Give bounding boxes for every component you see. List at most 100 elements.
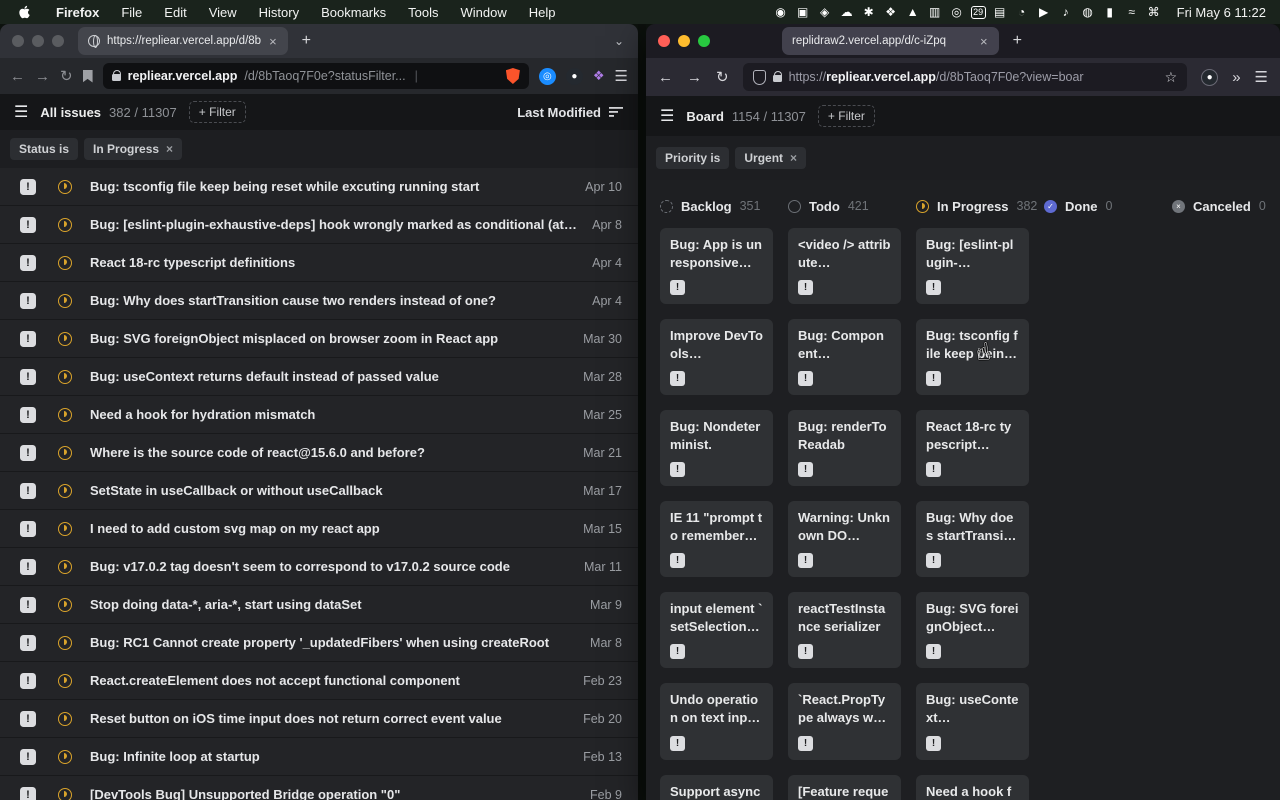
filter-chip[interactable]: Urgent × (735, 147, 806, 169)
add-filter-button[interactable]: + Filter (189, 101, 246, 123)
issue-row[interactable]: ! Where is the source code of react@15.6… (0, 434, 638, 472)
siri-icon[interactable]: ◍ (1077, 5, 1099, 19)
battery-icon[interactable]: ▮ (1099, 5, 1121, 19)
issue-row[interactable]: ! Need a hook for hydration mismatch Mar… (0, 396, 638, 434)
urgent-priority-icon[interactable]: ! (20, 673, 36, 689)
filter-chip[interactable]: Priority is (656, 147, 729, 169)
urgent-priority-icon[interactable]: ! (20, 445, 36, 461)
issue-row[interactable]: ! I need to add custom svg map on my rea… (0, 510, 638, 548)
filter-chip[interactable]: In Progress × (84, 138, 182, 160)
issue-card[interactable]: Bug: [eslint-plugin-… ! (916, 228, 1029, 304)
filter-chip[interactable]: Status is (10, 138, 78, 160)
urgent-priority-icon[interactable]: ! (20, 179, 36, 195)
urgent-priority-icon[interactable]: ! (20, 483, 36, 499)
forward-button[interactable]: → (35, 68, 50, 85)
shortcuts-icon[interactable]: ◔ (1011, 5, 1033, 19)
issue-row[interactable]: ! Bug: Why does startTransition cause tw… (0, 282, 638, 320)
issue-row[interactable]: ! Bug: [eslint-plugin-exhaustive-deps] h… (0, 206, 638, 244)
in-progress-status-icon[interactable] (58, 750, 72, 764)
issue-row[interactable]: ! SetState in useCallback or without use… (0, 472, 638, 510)
bookmark-icon[interactable] (83, 70, 93, 83)
reload-button[interactable]: ↻ (60, 67, 73, 85)
issue-card[interactable]: Bug: useContext… ! (916, 683, 1029, 759)
volume-icon[interactable]: ♪ (1055, 5, 1077, 19)
issue-row[interactable]: ! Bug: v17.0.2 tag doesn't seem to corre… (0, 548, 638, 586)
left-traffic-lights[interactable] (0, 35, 78, 47)
urgent-priority-icon[interactable]: ! (20, 749, 36, 765)
urgent-priority-icon[interactable]: ! (20, 369, 36, 385)
in-progress-status-icon[interactable] (58, 446, 72, 460)
issue-card[interactable]: Undo operation on text input… ! (660, 683, 773, 759)
urgent-priority-icon[interactable]: ! (20, 711, 36, 727)
issue-card[interactable]: [Feature request] expo… ! (788, 775, 901, 800)
homebrew-icon[interactable]: ✱ (858, 5, 880, 19)
in-progress-status-icon[interactable] (58, 560, 72, 574)
calendar-icon[interactable]: 29 (971, 6, 986, 19)
menu-item-history[interactable]: History (248, 5, 310, 20)
issue-row[interactable]: ! React.createElement does not accept fu… (0, 662, 638, 700)
new-tab-button[interactable]: + (302, 32, 311, 50)
issue-card[interactable]: `React.PropType always warns ab ! (788, 683, 901, 759)
menu-item-window[interactable]: Window (450, 5, 518, 20)
menu-item-file[interactable]: File (110, 5, 153, 20)
menu-item-view[interactable]: View (198, 5, 248, 20)
issue-card[interactable]: Improve DevTools… ! (660, 319, 773, 395)
in-progress-status-icon[interactable] (58, 598, 72, 612)
tab-close-icon[interactable]: × (268, 34, 278, 49)
browser-menu-icon[interactable]: ☰ (1255, 68, 1268, 86)
address-bar[interactable]: repliear.vercel.app /d/8bTaoq7F0e?status… (103, 63, 529, 89)
rectangle-icon[interactable]: ▥ (924, 5, 946, 19)
issue-card[interactable]: Warning: Unknown DO… ! (788, 501, 901, 577)
issue-card[interactable]: Bug: tsconfig file keep bein… ! (916, 319, 1029, 395)
in-progress-status-icon[interactable] (58, 370, 72, 384)
browser-menu-icon[interactable]: ☰ (615, 67, 628, 85)
cloud-sync-icon[interactable]: ☁ (836, 5, 858, 19)
issue-card[interactable]: input element `setSelectionRa ! (660, 592, 773, 668)
issue-card[interactable]: IE 11 "prompt to remember… ! (660, 501, 773, 577)
urgent-priority-icon[interactable]: ! (20, 635, 36, 651)
urgent-priority-icon[interactable]: ! (20, 787, 36, 800)
issue-row[interactable]: ! Bug: RC1 Cannot create property '_upda… (0, 624, 638, 662)
issue-card[interactable]: Bug: Nondeterminist. ! (660, 410, 773, 486)
new-tab-button[interactable]: + (1013, 32, 1022, 50)
apple-logo-icon[interactable] (18, 4, 31, 20)
control-center-icon[interactable]: ⌘ (1143, 5, 1165, 19)
forward-button[interactable]: → (687, 69, 702, 86)
extensions-icon[interactable]: ❖ (593, 68, 605, 84)
screen-record-icon[interactable]: ◉ (770, 5, 792, 19)
issue-card[interactable]: Need a hook for hydration… ! (916, 775, 1029, 800)
sidebar-menu-icon[interactable]: ☰ (660, 106, 674, 126)
chip-close-icon[interactable]: × (166, 142, 173, 156)
tab-list-chevron-icon[interactable]: ⌄ (614, 34, 624, 48)
camera-icon[interactable]: ▣ (792, 5, 814, 19)
in-progress-status-icon[interactable] (58, 636, 72, 650)
urgent-priority-icon[interactable]: ! (20, 597, 36, 613)
onepassword-icon[interactable]: ◎ (946, 5, 968, 19)
issue-card[interactable]: React 18-rc typescript… ! (916, 410, 1029, 486)
in-progress-status-icon[interactable] (58, 484, 72, 498)
in-progress-status-icon[interactable] (58, 180, 72, 194)
urgent-priority-icon[interactable]: ! (20, 293, 36, 309)
right-browser-tab[interactable]: replidraw2.vercel.app/d/c-iZpq × (782, 27, 999, 55)
close-window-button[interactable] (658, 35, 670, 47)
urgent-priority-icon[interactable]: ! (20, 255, 36, 271)
right-traffic-lights[interactable] (646, 35, 724, 47)
in-progress-status-icon[interactable] (58, 218, 72, 232)
urgent-priority-icon[interactable]: ! (20, 559, 36, 575)
menu-item-bookmarks[interactable]: Bookmarks (310, 5, 397, 20)
issue-card[interactable]: Bug: App is unresponsive… ! (660, 228, 773, 304)
issue-row[interactable]: ! Bug: SVG foreignObject misplaced on br… (0, 320, 638, 358)
issue-row[interactable]: ! Reset button on iOS time input does no… (0, 700, 638, 738)
urgent-priority-icon[interactable]: ! (20, 521, 36, 537)
menu-item-firefox[interactable]: Firefox (45, 5, 110, 20)
tab-close-icon[interactable]: × (979, 34, 989, 49)
issue-card[interactable]: Support asynchronous… ! (660, 775, 773, 800)
bookmark-star-icon[interactable]: ☆ (1165, 69, 1178, 86)
in-progress-status-icon[interactable] (58, 256, 72, 270)
in-progress-status-icon[interactable] (58, 408, 72, 422)
overflow-menu-icon[interactable]: » (1232, 69, 1240, 86)
issue-card[interactable]: Bug: Component… ! (788, 319, 901, 395)
in-progress-status-icon[interactable] (58, 674, 72, 688)
chip-close-icon[interactable]: × (790, 151, 797, 165)
urgent-priority-icon[interactable]: ! (20, 217, 36, 233)
